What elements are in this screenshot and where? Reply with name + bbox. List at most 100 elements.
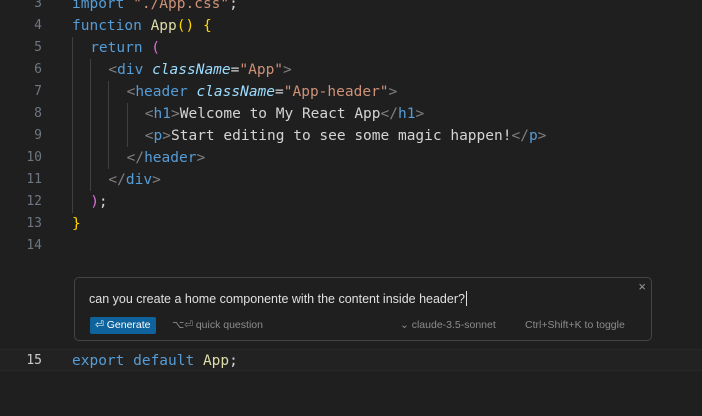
indent-guide (90, 147, 92, 169)
line-code: function App() { (72, 15, 212, 37)
chevron-down-icon: ⌄ (400, 319, 412, 331)
return-key-icon: ⏎ (95, 319, 107, 331)
line-code: return ( (90, 37, 160, 59)
code-token: h1 (153, 106, 171, 122)
code-token: className (152, 62, 231, 78)
code-line[interactable]: 11 </div> (0, 169, 702, 191)
indent-guide (126, 103, 128, 125)
indent-guide (90, 169, 92, 191)
code-token: > (152, 172, 161, 188)
code-token: function (72, 18, 151, 34)
line-number: 6 (34, 62, 42, 77)
inline-prompt-widget: × can you create a home componente with … (74, 277, 652, 341)
code-line[interactable]: 12); (0, 191, 702, 213)
prompt-input[interactable]: can you create a home componente with th… (89, 291, 467, 306)
code-token: () (176, 18, 195, 34)
line-code: </header> (127, 147, 206, 169)
text-caret (465, 291, 467, 306)
line-number: 12 (26, 194, 42, 209)
line-number: 15 (26, 353, 42, 368)
line-code: </div> (108, 169, 160, 191)
line-code: <header className="App-header"> (127, 81, 398, 103)
code-token: return (90, 40, 152, 56)
code-token: < (108, 62, 118, 78)
code-token: header (144, 150, 197, 166)
code-token: > (283, 62, 292, 78)
code-token: export (72, 353, 134, 369)
indent-guide (108, 125, 110, 147)
code-line[interactable]: 3 import "./App.css"; (0, 0, 702, 15)
code-token: header (135, 84, 188, 100)
indent-guide (72, 169, 73, 191)
indent-guide (108, 81, 110, 103)
code-line[interactable]: 13} (0, 213, 702, 235)
code-token: ) (90, 194, 99, 210)
code-token: </ (126, 150, 145, 166)
code-token: App (202, 353, 230, 369)
code-line[interactable]: 14 (0, 235, 702, 257)
code-token: Start editing to see some magic happen! (171, 128, 512, 144)
code-editor[interactable]: 3 import "./App.css"; 4 function App() {5 re… (0, 0, 702, 416)
quick-question-button[interactable]: ⌥⏎ quick question (172, 318, 263, 333)
indent-guide (72, 125, 73, 147)
code-token: </ (108, 172, 126, 188)
generate-button-label: Generate (106, 319, 151, 331)
code-token: > (537, 128, 547, 144)
code-token: ; (229, 353, 238, 369)
code-token: ( (151, 40, 161, 56)
code-token: > (388, 84, 398, 100)
indent-guide (72, 147, 73, 169)
model-name: claude-3.5-sonnet (411, 319, 496, 331)
code-line[interactable]: 5 return ( (0, 37, 702, 59)
code-line[interactable]: 15 export default App; (0, 349, 702, 371)
code-line[interactable]: 6 <div className="App"> (0, 59, 702, 81)
line-number: 9 (34, 128, 42, 143)
code-token: } (72, 216, 81, 232)
indent-guide (72, 37, 73, 59)
code-token: className (196, 84, 276, 100)
code-token: default (133, 353, 203, 369)
code-line[interactable]: 9 <p>Start editing to see some magic happ… (0, 125, 702, 147)
line-number: 4 (34, 18, 42, 33)
code-token: div (125, 172, 153, 188)
indent-guide (90, 81, 92, 103)
model-selector[interactable]: ⌄ claude-3.5-sonnet (400, 318, 496, 333)
code-token: > (171, 106, 180, 122)
code-token: </ (380, 106, 398, 122)
line-number: 14 (26, 238, 42, 253)
line-number: 3 (34, 0, 42, 11)
close-icon[interactable]: × (638, 280, 646, 294)
indent-guide (108, 103, 110, 125)
line-number: 10 (26, 150, 42, 165)
code-line[interactable]: 10 </header> (0, 147, 702, 169)
indent-guide (90, 103, 92, 125)
generate-button[interactable]: ⏎ Generate (90, 317, 156, 334)
code-token: App (150, 18, 177, 34)
line-code: <div className="App"> (108, 59, 291, 81)
code-line[interactable]: 4 function App() { (0, 15, 702, 37)
code-token: > (196, 150, 206, 166)
code-token: h1 (398, 106, 416, 122)
line-code: <h1>Welcome to My React App</h1> (145, 103, 424, 125)
code-line[interactable]: 7 <header className="App-header"> (0, 81, 702, 103)
code-token: { (202, 18, 212, 34)
code-token: > (162, 128, 171, 144)
code-token: import (72, 0, 134, 12)
line-number: 13 (26, 216, 42, 231)
quick-question-label: quick question (195, 319, 263, 331)
code-token: p (528, 128, 538, 144)
code-token: ; (98, 194, 108, 210)
line-number: 8 (34, 106, 42, 121)
indent-guide (72, 191, 73, 213)
line-number: 11 (26, 172, 42, 187)
code-token: > (415, 106, 425, 122)
line-code: import "./App.css"; (72, 0, 238, 15)
code-line[interactable]: 8 <h1>Welcome to My React App</h1> (0, 103, 702, 125)
line-code: ); (90, 191, 107, 213)
toggle-shortcut-hint: Ctrl+Shift+K to toggle (525, 319, 625, 331)
code-token: "App" (239, 62, 284, 78)
code-token: = (275, 84, 284, 100)
code-token: p (153, 128, 163, 144)
